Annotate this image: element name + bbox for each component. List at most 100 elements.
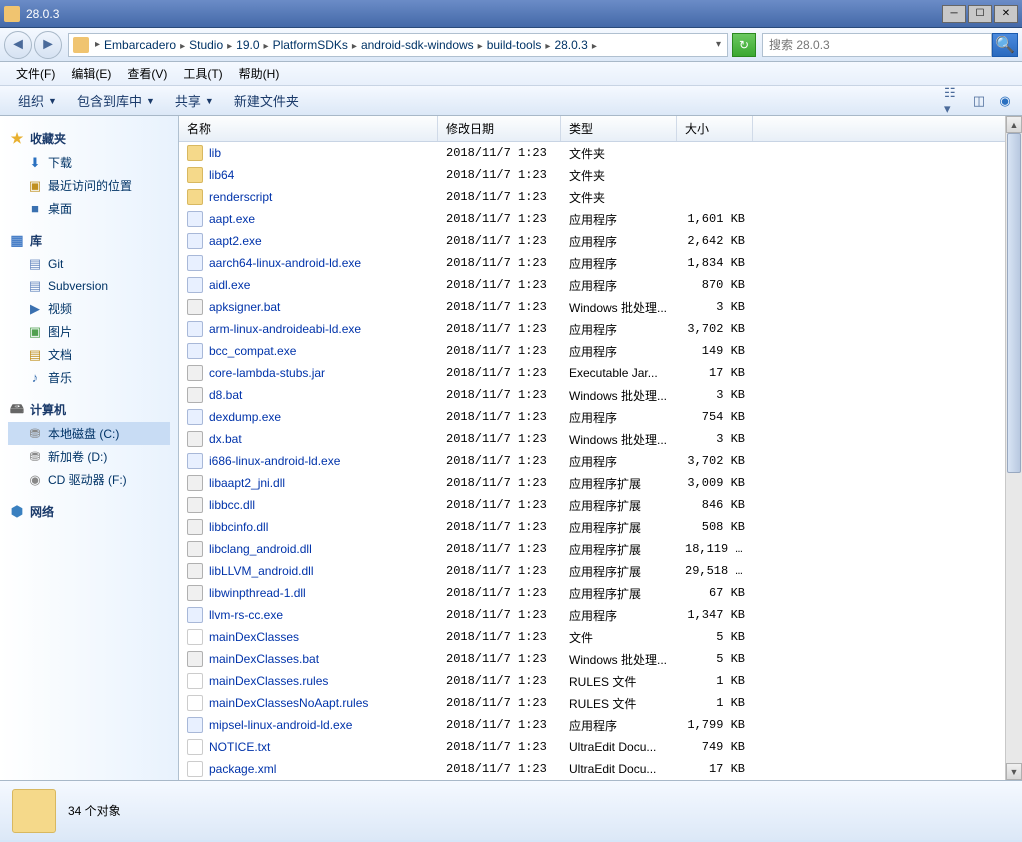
breadcrumb[interactable]: ▸ Embarcadero▸Studio▸19.0▸PlatformSDKs▸a… — [68, 33, 728, 57]
search-button[interactable]: 🔍 — [992, 33, 1018, 57]
file-row[interactable]: mainDexClasses2018/11/7 1:23文件5 KB — [179, 626, 1005, 648]
file-row[interactable]: renderscript2018/11/7 1:23文件夹 — [179, 186, 1005, 208]
file-row[interactable]: libbcc.dll2018/11/7 1:23应用程序扩展846 KB — [179, 494, 1005, 516]
sidebar-group-net[interactable]: ⬢网络 — [8, 499, 170, 524]
file-date: 2018/11/7 1:23 — [438, 432, 561, 446]
file-row[interactable]: mainDexClassesNoAapt.rules2018/11/7 1:23… — [179, 692, 1005, 714]
maximize-button[interactable]: ☐ — [968, 5, 992, 23]
file-row[interactable]: bcc_compat.exe2018/11/7 1:23应用程序149 KB — [179, 340, 1005, 362]
menu-item[interactable]: 帮助(H) — [231, 65, 288, 82]
file-row[interactable]: i686-linux-android-ld.exe2018/11/7 1:23应… — [179, 450, 1005, 472]
file-row[interactable]: package.xml2018/11/7 1:23UltraEdit Docu.… — [179, 758, 1005, 780]
sidebar-group-fav[interactable]: ★收藏夹 — [8, 126, 170, 151]
sidebar-item[interactable]: ▶视频 — [8, 297, 170, 320]
file-row[interactable]: NOTICE.txt2018/11/7 1:23UltraEdit Docu..… — [179, 736, 1005, 758]
organize-button[interactable]: 组织▼ — [8, 91, 67, 110]
col-type[interactable]: 类型 — [561, 116, 677, 141]
status-text: 34 个对象 — [68, 802, 121, 819]
menu-item[interactable]: 查看(V) — [119, 65, 175, 82]
forward-button[interactable]: ► — [34, 31, 62, 59]
file-date: 2018/11/7 1:23 — [438, 146, 561, 160]
file-row[interactable]: aidl.exe2018/11/7 1:23应用程序870 KB — [179, 274, 1005, 296]
search-box[interactable] — [762, 33, 992, 57]
file-row[interactable]: libwinpthread-1.dll2018/11/7 1:23应用程序扩展6… — [179, 582, 1005, 604]
titlebar: 28.0.3 ─ ☐ ✕ — [0, 0, 1022, 28]
file-row[interactable]: libclang_android.dll2018/11/7 1:23应用程序扩展… — [179, 538, 1005, 560]
file-row[interactable]: aapt2.exe2018/11/7 1:23应用程序2,642 KB — [179, 230, 1005, 252]
minimize-button[interactable]: ─ — [942, 5, 966, 23]
new-folder-button[interactable]: 新建文件夹 — [224, 91, 309, 110]
sidebar-item[interactable]: ■桌面 — [8, 197, 170, 220]
file-row[interactable]: mipsel-linux-android-ld.exe2018/11/7 1:2… — [179, 714, 1005, 736]
folder-icon — [73, 37, 89, 53]
file-row[interactable]: libbcinfo.dll2018/11/7 1:23应用程序扩展508 KB — [179, 516, 1005, 538]
sidebar-item[interactable]: ▤Git — [8, 253, 170, 275]
sidebar-item[interactable]: ♪音乐 — [8, 366, 170, 389]
menu-item[interactable]: 工具(T) — [175, 65, 230, 82]
scroll-down-button[interactable]: ▼ — [1006, 763, 1022, 780]
file-row[interactable]: dx.bat2018/11/7 1:23Windows 批处理...3 KB — [179, 428, 1005, 450]
sidebar-item[interactable]: ⛃新加卷 (D:) — [8, 445, 170, 468]
preview-pane-button[interactable]: ◫ — [970, 92, 988, 110]
include-library-button[interactable]: 包含到库中▼ — [67, 91, 165, 110]
file-icon — [187, 673, 203, 689]
file-row[interactable]: arm-linux-androideabi-ld.exe2018/11/7 1:… — [179, 318, 1005, 340]
sidebar-item[interactable]: ▣图片 — [8, 320, 170, 343]
sidebar-group-comp[interactable]: 🖴计算机 — [8, 397, 170, 422]
file-row[interactable]: d8.bat2018/11/7 1:23Windows 批处理...3 KB — [179, 384, 1005, 406]
sidebar-item[interactable]: ⛃本地磁盘 (C:) — [8, 422, 170, 445]
file-date: 2018/11/7 1:23 — [438, 388, 561, 402]
scrollbar[interactable]: ▲ ▼ — [1005, 116, 1022, 780]
refresh-button[interactable]: ↻ — [732, 33, 756, 57]
file-size: 754 KB — [677, 410, 753, 424]
sidebar-group-lib[interactable]: ▦库 — [8, 228, 170, 253]
file-row[interactable]: mainDexClasses.rules2018/11/7 1:23RULES … — [179, 670, 1005, 692]
file-row[interactable]: libaapt2_jni.dll2018/11/7 1:23应用程序扩展3,00… — [179, 472, 1005, 494]
file-row[interactable]: aarch64-linux-android-ld.exe2018/11/7 1:… — [179, 252, 1005, 274]
sidebar-item[interactable]: ▤文档 — [8, 343, 170, 366]
file-icon — [187, 585, 203, 601]
view-mode-button[interactable]: ☷ ▾ — [944, 92, 962, 110]
file-row[interactable]: libLLVM_android.dll2018/11/7 1:23应用程序扩展2… — [179, 560, 1005, 582]
breadcrumb-segment[interactable]: build-tools — [485, 38, 544, 52]
file-size: 749 KB — [677, 740, 753, 754]
file-row[interactable]: dexdump.exe2018/11/7 1:23应用程序754 KB — [179, 406, 1005, 428]
file-row[interactable]: core-lambda-stubs.jar2018/11/7 1:23Execu… — [179, 362, 1005, 384]
file-row[interactable]: apksigner.bat2018/11/7 1:23Windows 批处理..… — [179, 296, 1005, 318]
file-type: 文件夹 — [561, 189, 677, 206]
scroll-up-button[interactable]: ▲ — [1006, 116, 1022, 133]
breadcrumb-segment[interactable]: android-sdk-windows — [359, 38, 476, 52]
breadcrumb-segment[interactable]: Embarcadero — [102, 38, 178, 52]
menu-item[interactable]: 文件(F) — [8, 65, 63, 82]
breadcrumb-segment[interactable]: PlatformSDKs — [271, 38, 350, 52]
sidebar-item[interactable]: ▤Subversion — [8, 275, 170, 297]
menu-item[interactable]: 编辑(E) — [63, 65, 119, 82]
col-name[interactable]: 名称 — [179, 116, 438, 141]
close-button[interactable]: ✕ — [994, 5, 1018, 23]
sidebar-item[interactable]: ⬇下载 — [8, 151, 170, 174]
search-input[interactable] — [763, 38, 991, 52]
file-row[interactable]: mainDexClasses.bat2018/11/7 1:23Windows … — [179, 648, 1005, 670]
file-row[interactable]: lib2018/11/7 1:23文件夹 — [179, 142, 1005, 164]
file-icon — [187, 717, 203, 733]
file-name: renderscript — [209, 190, 272, 204]
file-row[interactable]: llvm-rs-cc.exe2018/11/7 1:23应用程序1,347 KB — [179, 604, 1005, 626]
share-button[interactable]: 共享▼ — [165, 91, 224, 110]
sidebar-item[interactable]: ▣最近访问的位置 — [8, 174, 170, 197]
breadcrumb-segment[interactable]: Studio — [187, 38, 225, 52]
col-date[interactable]: 修改日期 — [438, 116, 561, 141]
help-button[interactable]: ◉ — [996, 92, 1014, 110]
back-button[interactable]: ◄ — [4, 31, 32, 59]
file-row[interactable]: lib642018/11/7 1:23文件夹 — [179, 164, 1005, 186]
file-icon — [187, 607, 203, 623]
file-icon — [187, 189, 203, 205]
breadcrumb-segment[interactable]: 28.0.3 — [552, 38, 589, 52]
breadcrumb-segment[interactable]: 19.0 — [234, 38, 261, 52]
file-icon — [187, 299, 203, 315]
file-size: 1 KB — [677, 696, 753, 710]
sidebar-item[interactable]: ◉CD 驱动器 (F:) — [8, 468, 170, 491]
file-row[interactable]: aapt.exe2018/11/7 1:23应用程序1,601 KB — [179, 208, 1005, 230]
file-type: 文件夹 — [561, 167, 677, 184]
col-size[interactable]: 大小 — [677, 116, 753, 141]
scroll-thumb[interactable] — [1007, 133, 1021, 473]
